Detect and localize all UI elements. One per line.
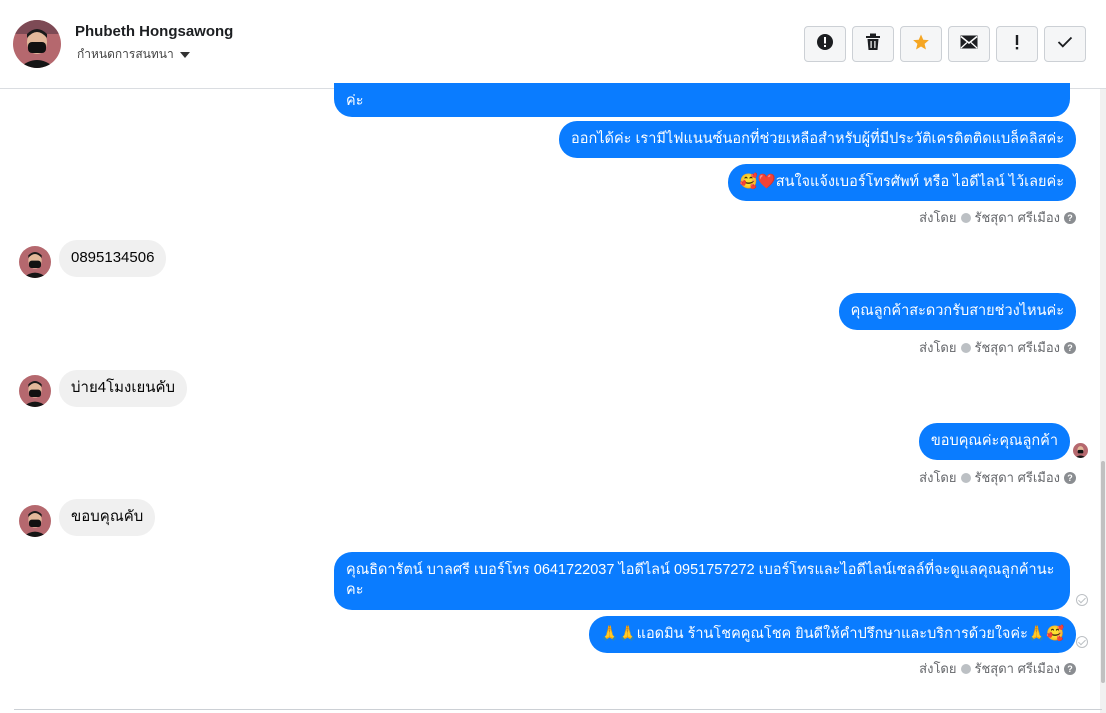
- sent-by-label: ส่งโดย รัชสุดา ศรีเมือง ?: [919, 658, 1076, 679]
- help-icon[interactable]: ?: [1064, 471, 1076, 484]
- agent-name[interactable]: รัชสุดา ศรีเมือง: [975, 467, 1061, 488]
- mark-done-button[interactable]: [1044, 26, 1086, 62]
- message-outgoing[interactable]: ค่ะ: [334, 83, 1070, 117]
- help-icon[interactable]: ?: [1064, 662, 1076, 675]
- message-text: ค่ะ: [346, 93, 364, 109]
- message-text: 🙏🙏แอดมิน ร้านโชคคูณโชค ยินดีให้คำปรึกษาแ…: [600, 626, 1064, 642]
- message-text: บ่าย4โมงเยนคับ: [71, 379, 176, 396]
- message-text: ขอบคุณค่ะคุณลูกค้า: [930, 433, 1058, 449]
- sent-by-text: ส่งโดย: [919, 661, 957, 676]
- assign-label: กำหนดการสนทนา: [77, 47, 174, 61]
- message-text: ขอบคุณคับ: [71, 508, 144, 525]
- alert-icon: [816, 33, 834, 56]
- contact-avatar-small: [19, 375, 51, 407]
- message-incoming[interactable]: ขอบคุณคับ: [59, 499, 156, 536]
- star-button[interactable]: [900, 26, 942, 62]
- mark-unread-button[interactable]: [948, 26, 990, 62]
- exclamation-icon: [1014, 34, 1020, 55]
- message-incoming[interactable]: 0895134506: [59, 240, 167, 277]
- agent-icon: [960, 663, 971, 674]
- agent-icon: [960, 472, 971, 483]
- conversation-header: Phubeth Hongsawong กำหนดการสนทนา: [0, 0, 1106, 89]
- delivered-icon: [1076, 636, 1088, 648]
- delete-button[interactable]: [852, 26, 894, 62]
- message-text: 🥰❤️สนใจแจ้งเบอร์โทรศัพท์ หรือ ไอดีไลน์ ไ…: [739, 174, 1064, 190]
- sent-by-label: ส่งโดย รัชสุดา ศรีเมือง ?: [919, 467, 1076, 488]
- agent-name[interactable]: รัชสุดา ศรีเมือง: [975, 337, 1061, 358]
- check-icon: [1057, 35, 1073, 53]
- thread-scrollbar-thumb[interactable]: [1101, 461, 1105, 683]
- mark-spam-button[interactable]: [804, 26, 846, 62]
- message-outgoing[interactable]: คุณลูกค้าสะดวกรับสายช่วงไหนค่ะ: [838, 293, 1076, 330]
- mail-icon: [960, 35, 978, 54]
- agent-icon: [960, 342, 971, 353]
- message-text: คุณลูกค้าสะดวกรับสายช่วงไหนค่ะ: [850, 303, 1064, 319]
- sent-by-text: ส่งโดย: [919, 340, 957, 355]
- message-outgoing[interactable]: 🙏🙏แอดมิน ร้านโชคคูณโชค ยินดีให้คำปรึกษาแ…: [588, 616, 1076, 653]
- trash-icon: [865, 33, 881, 56]
- message-text: ออกได้ค่ะ เรามีไฟแนนซ์นอกที่ช่วยเหลือสำห…: [571, 131, 1064, 147]
- composer-top-border: [14, 709, 1102, 710]
- sent-by-label: ส่งโดย รัชสุดา ศรีเมือง ?: [919, 337, 1076, 358]
- message-outgoing[interactable]: คุณธิดารัตน์ บาลศรี เบอร์โทร 0641722037 …: [334, 552, 1070, 610]
- contact-avatar-small: [19, 505, 51, 537]
- contact-name[interactable]: Phubeth Hongsawong: [75, 23, 233, 40]
- message-incoming[interactable]: บ่าย4โมงเยนคับ: [59, 370, 188, 407]
- sent-by-text: ส่งโดย: [919, 210, 957, 225]
- message-text: 0895134506: [71, 249, 155, 266]
- chevron-down-icon: [179, 52, 190, 58]
- help-icon[interactable]: ?: [1064, 341, 1076, 354]
- star-icon: [912, 33, 930, 56]
- sent-by-label: ส่งโดย รัชสุดา ศรีเมือง ?: [919, 207, 1076, 228]
- sent-by-text: ส่งโดย: [919, 470, 957, 485]
- read-receipt-avatar: [1073, 443, 1088, 458]
- message-text: คุณธิดารัตน์ บาลศรี เบอร์โทร 0641722037 …: [346, 562, 1055, 598]
- help-icon[interactable]: ?: [1064, 211, 1076, 224]
- agent-name[interactable]: รัชสุดา ศรีเมือง: [975, 207, 1061, 228]
- message-outgoing[interactable]: ออกได้ค่ะ เรามีไฟแนนซ์นอกที่ช่วยเหลือสำห…: [559, 121, 1076, 158]
- agent-icon: [960, 212, 971, 223]
- assign-conversation-dropdown[interactable]: กำหนดการสนทนา: [77, 45, 190, 64]
- contact-avatar[interactable]: [13, 20, 61, 68]
- message-outgoing[interactable]: 🥰❤️สนใจแจ้งเบอร์โทรศัพท์ หรือ ไอดีไลน์ ไ…: [727, 164, 1076, 201]
- agent-name[interactable]: รัชสุดา ศรีเมือง: [975, 658, 1061, 679]
- delivered-icon: [1076, 594, 1088, 606]
- contact-avatar-small: [19, 246, 51, 278]
- message-outgoing[interactable]: ขอบคุณค่ะคุณลูกค้า: [918, 423, 1070, 460]
- conversation-toolbar: [804, 26, 1086, 62]
- follow-up-button[interactable]: [996, 26, 1038, 62]
